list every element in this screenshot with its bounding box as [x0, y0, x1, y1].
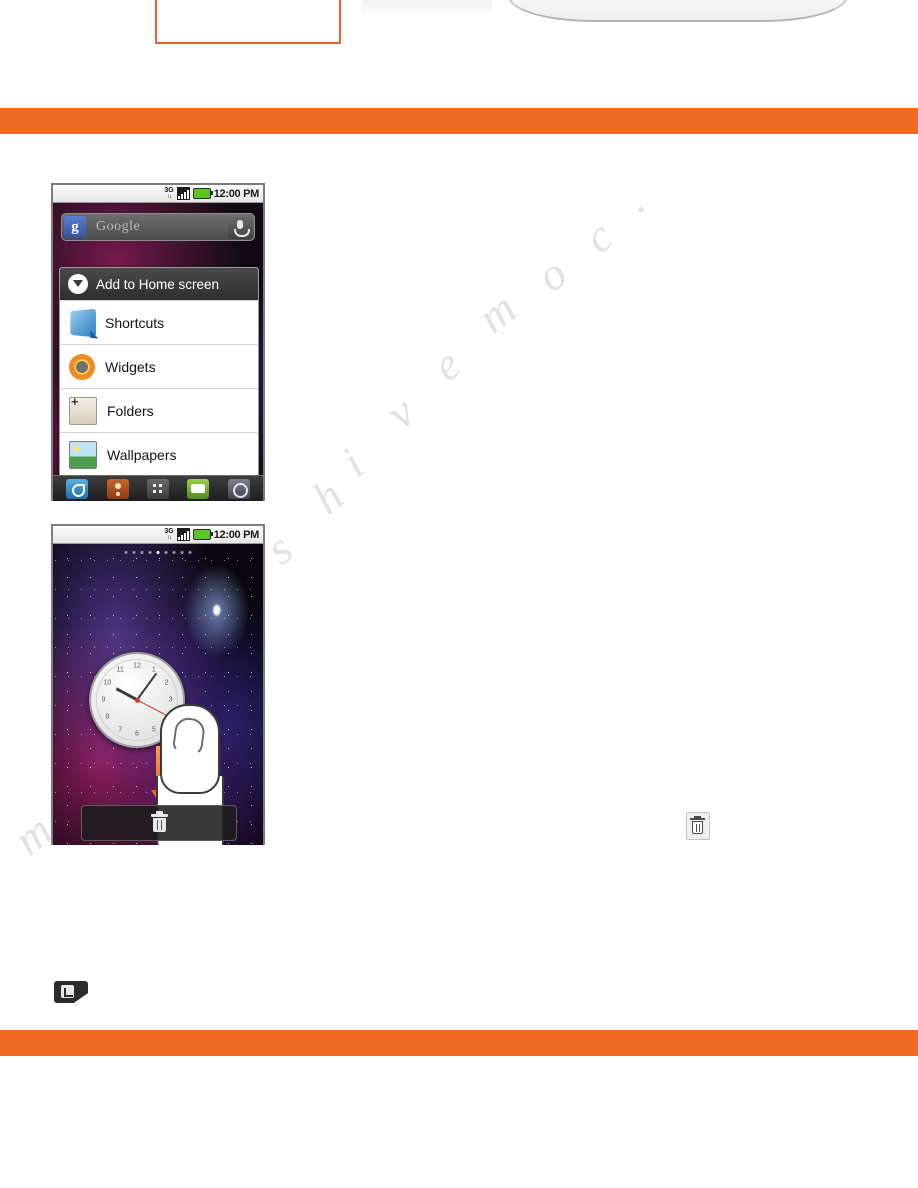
- menu-item-widgets[interactable]: Widgets: [60, 344, 258, 388]
- menu-item-label: Wallpapers: [107, 446, 177, 463]
- menu-item-shortcuts[interactable]: Shortcuts: [60, 300, 258, 344]
- signal-bars-icon: [176, 187, 190, 200]
- clock-numeral: 10: [103, 679, 112, 687]
- clock-numeral: 12: [133, 662, 141, 670]
- battery-icon: [192, 188, 213, 199]
- signal-bars-icon: [176, 528, 190, 541]
- google-search-widget[interactable]: g Google: [61, 213, 255, 241]
- top-cropped-text-block: [362, 0, 492, 18]
- clock-numeral: 8: [105, 713, 110, 721]
- browser-icon[interactable]: [227, 478, 250, 499]
- menu-title-row: Add to Home screen: [60, 268, 258, 300]
- home-dock: [53, 475, 263, 501]
- phone-icon[interactable]: [66, 478, 89, 499]
- menu-item-folders[interactable]: Folders: [60, 388, 258, 432]
- top-device-illustration: [508, 0, 848, 22]
- home-screen-body: g Google Add to Home screen Shortcuts Wi…: [53, 203, 263, 501]
- footer-accent-bar: [0, 1030, 918, 1056]
- home-screen-body: 12 1 2 3 4 5 6 7 8 9 10 11: [53, 544, 263, 845]
- add-to-home-screen-menu: Add to Home screen Shortcuts Widgets Fol…: [59, 267, 259, 477]
- clock-center-pin: [134, 697, 140, 703]
- menu-title-label: Add to Home screen: [96, 276, 220, 292]
- top-crop-rule-left: [155, 0, 157, 44]
- clock-numeral: 7: [118, 726, 123, 734]
- status-bar: 3G ↑↓ 12:00 PM: [53, 185, 263, 203]
- menu-item-wallpapers[interactable]: Wallpapers: [60, 432, 258, 476]
- microphone-icon[interactable]: [228, 215, 252, 239]
- header-accent-bar: [0, 108, 918, 134]
- finger-nail: [171, 716, 207, 756]
- menu-item-label: Shortcuts: [105, 314, 165, 331]
- wallpapers-icon: [69, 440, 97, 469]
- trash-drop-target[interactable]: [81, 805, 237, 841]
- clock-numeral: 6: [135, 730, 139, 738]
- note-flag-icon: [54, 981, 88, 1003]
- status-bar-clock: 12:00 PM: [213, 187, 260, 200]
- trash-icon: [690, 816, 705, 835]
- trash-icon: [150, 811, 168, 833]
- screenshot-drag-widget-to-trash: 3G↑↓ 12:00 PM 12 1 2 3 4 5 6 7 8 9: [51, 524, 265, 845]
- top-crop-rule-bottom: [155, 42, 341, 44]
- clock-numeral: 11: [116, 666, 124, 674]
- search-input[interactable]: Google: [86, 219, 228, 235]
- home-page-indicator: [124, 551, 192, 554]
- menu-item-label: Widgets: [105, 358, 156, 375]
- folders-icon: [69, 394, 97, 425]
- google-logo-icon: g: [64, 216, 86, 238]
- add-to-home-icon: [68, 274, 88, 294]
- top-crop-rule-right: [339, 0, 341, 44]
- status-bar-clock: 12:00 PM: [213, 528, 260, 541]
- clock-numeral: 2: [164, 679, 169, 687]
- widgets-icon: [69, 353, 95, 380]
- note-flag-glyph: [61, 985, 74, 998]
- inline-trash-icon: [686, 812, 710, 840]
- clock-numeral: 9: [101, 696, 106, 704]
- status-bar: 3G ↑↓ 12:00 PM: [53, 526, 263, 544]
- app-launcher-icon[interactable]: [146, 478, 169, 499]
- screenshot-add-to-home-screen: 3G ↑↓ 12:00 PM g Google Add to Home scree…: [51, 183, 265, 501]
- network-type-indicator: 3G ↑↓: [164, 186, 174, 200]
- messaging-icon[interactable]: [187, 478, 210, 499]
- contacts-icon[interactable]: [106, 478, 129, 499]
- network-type-indicator: 3G ↑↓: [164, 527, 174, 541]
- shortcuts-icon: [70, 308, 96, 337]
- battery-icon: [192, 529, 213, 540]
- clock-numeral: 3: [168, 696, 173, 704]
- menu-item-label: Folders: [107, 402, 154, 419]
